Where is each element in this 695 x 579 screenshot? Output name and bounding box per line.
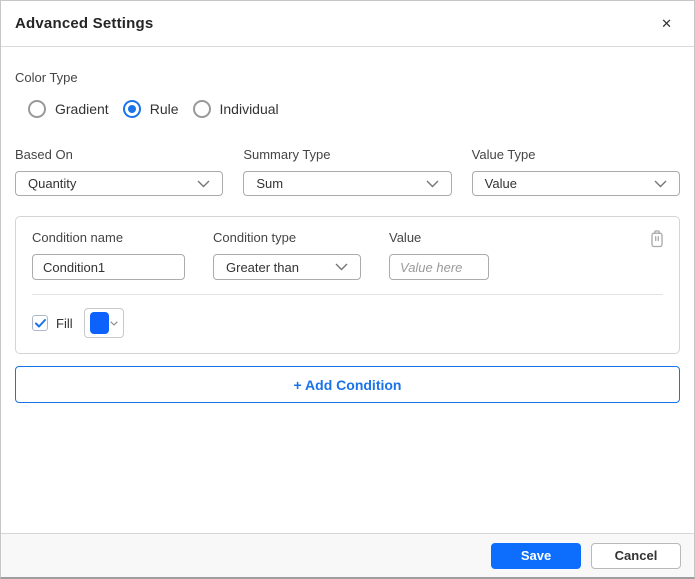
dialog-footer: Save Cancel	[1, 533, 694, 577]
radio-rule[interactable]: Rule	[122, 100, 179, 118]
condition-value-label: Value	[389, 230, 422, 245]
add-condition-button[interactable]: + Add Condition	[15, 366, 680, 403]
condition-type-field: Condition type Greater than	[213, 230, 361, 280]
radio-individual-label: Individual	[219, 101, 279, 117]
chevron-down-icon	[335, 263, 348, 271]
based-on-label: Based On	[15, 147, 73, 162]
dialog-body: Color Type Gradient Rule Individual Base…	[1, 47, 694, 417]
fill-label: Fill	[56, 315, 73, 331]
chevron-down-icon	[426, 180, 439, 187]
radio-rule-label: Rule	[149, 101, 179, 117]
save-button[interactable]: Save	[491, 542, 581, 569]
selectors-row: Based On Quantity Summary Type Sum Value…	[15, 147, 680, 196]
condition-divider	[32, 294, 663, 295]
radio-gradient[interactable]: Gradient	[28, 100, 109, 118]
color-swatch	[89, 312, 109, 334]
based-on-value: Quantity	[28, 176, 77, 191]
condition-value-input[interactable]	[389, 254, 489, 280]
value-type-dropdown[interactable]: Value	[471, 171, 680, 196]
condition-type-label: Condition type	[213, 230, 297, 245]
color-type-label: Color Type	[15, 70, 78, 85]
fill-row: Fill	[32, 308, 663, 338]
chevron-down-icon	[654, 180, 667, 187]
based-on-dropdown[interactable]: Quantity	[15, 171, 224, 196]
condition-name-label: Condition name	[32, 230, 124, 245]
chevron-down-icon	[109, 320, 118, 326]
condition-fields-row: Condition name Condition type Greater th…	[32, 230, 663, 280]
color-type-radio-group: Gradient Rule Individual	[15, 100, 680, 118]
condition-value-field: Value	[389, 230, 489, 280]
check-icon	[34, 318, 46, 327]
summary-type-value: Sum	[256, 176, 284, 191]
condition-name-field: Condition name	[32, 230, 185, 280]
delete-condition-button[interactable]	[649, 230, 665, 248]
close-icon[interactable]: ✕	[661, 17, 672, 30]
radio-circle-icon	[122, 100, 141, 118]
cancel-button[interactable]: Cancel	[591, 542, 681, 569]
dialog-header: Advanced Settings ✕	[1, 1, 694, 47]
fill-checkbox[interactable]	[32, 315, 48, 331]
radio-gradient-label: Gradient	[55, 101, 109, 117]
based-on-field: Based On Quantity	[15, 147, 224, 196]
condition-type-value: Greater than	[226, 259, 299, 275]
radio-circle-icon	[192, 100, 211, 118]
value-type-label: Value Type	[471, 147, 536, 162]
condition-type-dropdown[interactable]: Greater than	[213, 254, 361, 280]
fill-color-picker[interactable]	[83, 308, 124, 338]
condition-name-input[interactable]	[32, 254, 185, 280]
radio-circle-icon	[28, 100, 46, 118]
condition-card: Condition name Condition type Greater th…	[15, 216, 680, 354]
summary-type-field: Summary Type Sum	[243, 147, 452, 196]
dialog-title: Advanced Settings	[15, 15, 154, 32]
trash-icon	[651, 230, 663, 248]
summary-type-label: Summary Type	[243, 147, 331, 162]
summary-type-dropdown[interactable]: Sum	[243, 171, 452, 196]
radio-individual[interactable]: Individual	[192, 100, 279, 118]
value-type-value: Value	[484, 176, 517, 191]
advanced-settings-dialog: Advanced Settings ✕ Color Type Gradient …	[0, 0, 695, 579]
value-type-field: Value Type Value	[471, 147, 680, 196]
chevron-down-icon	[197, 180, 210, 187]
